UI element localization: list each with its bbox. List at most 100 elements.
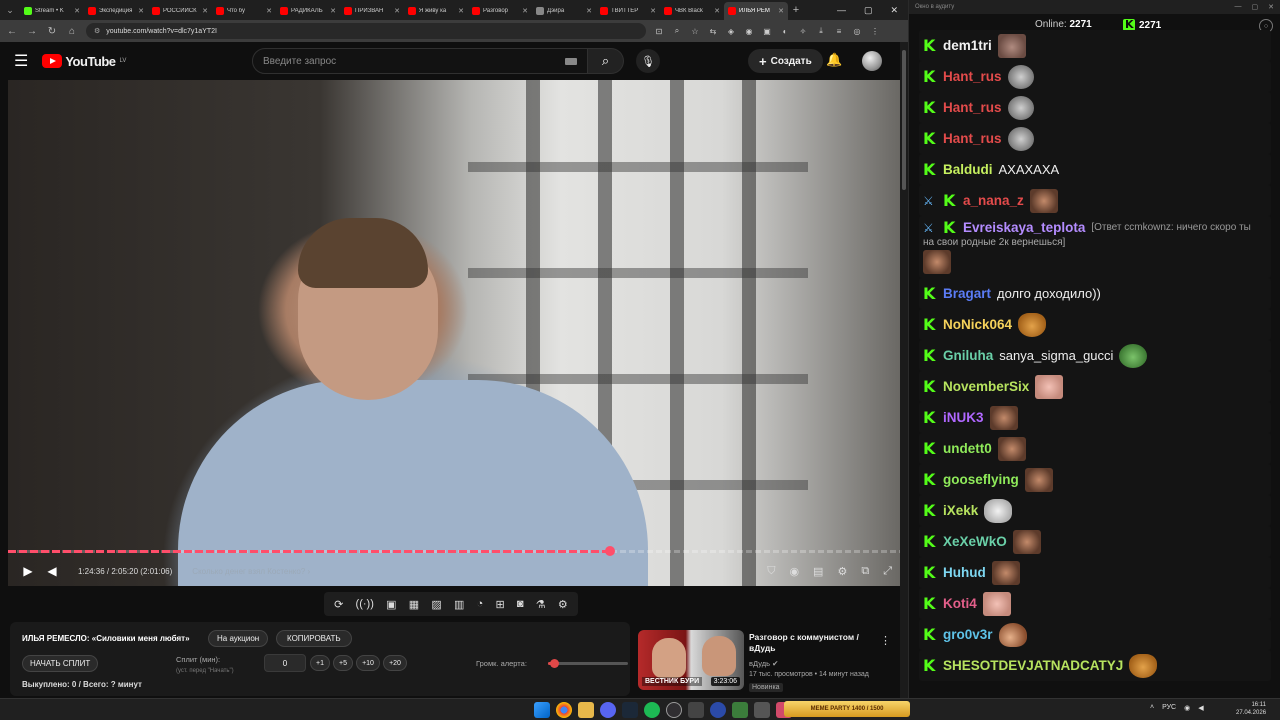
language-indicator[interactable]: РУС — [1162, 704, 1176, 712]
chrome-icon[interactable] — [556, 702, 572, 718]
chat-username[interactable]: iXekk — [943, 503, 978, 518]
browser-tab[interactable]: РАДИКАЛЬ ✕ — [276, 2, 340, 20]
search-input[interactable]: Введите запрос — [252, 48, 588, 74]
chat-username[interactable]: NoNick064 — [943, 317, 1012, 332]
sidebar-icon[interactable]: ≡ — [834, 27, 844, 36]
plus-5-button[interactable]: +5 — [333, 655, 353, 671]
screenshot-icon[interactable]: ▣ — [386, 598, 396, 611]
hamburger-menu-icon[interactable]: ☰ — [14, 51, 28, 71]
chat-username[interactable]: SHESOTDEVJATNADCATYJ — [943, 658, 1123, 673]
tab-close-icon[interactable]: ✕ — [394, 7, 400, 15]
avatar[interactable] — [862, 51, 882, 71]
browser-tab[interactable]: Я живу ка ✕ — [404, 2, 468, 20]
search-button[interactable]: ⌕ — [588, 48, 624, 74]
voice-search-button[interactable]: 🎙 — [636, 49, 660, 73]
chat-username[interactable]: Hant_rus — [943, 131, 1002, 146]
chat-username[interactable]: gooseflying — [943, 472, 1019, 487]
plus-20-button[interactable]: +20 — [383, 655, 407, 671]
browser-tab[interactable]: РОССИЙСК ✕ — [148, 2, 212, 20]
auction-button[interactable]: На аукцион — [208, 630, 269, 647]
fullscreen-icon[interactable]: ⤢ — [883, 565, 892, 578]
subtitles-icon[interactable]: ▤ — [813, 565, 823, 578]
home-icon[interactable]: ⌂ — [66, 26, 78, 37]
chat-username[interactable]: Hant_rus — [943, 100, 1002, 115]
tab-close-icon[interactable]: ✕ — [138, 7, 144, 15]
browser-tab[interactable]: Что бу ✕ — [212, 2, 276, 20]
youtube-logo[interactable]: YouTube LV — [42, 54, 126, 69]
tab-close-icon[interactable]: ✕ — [586, 7, 592, 15]
video-player[interactable]: ▶ ◀ 1:24:36 / 2:05:20 (2:01:06) Сколько … — [8, 80, 900, 586]
browser-tab[interactable]: ПРИЗВАН ✕ — [340, 2, 404, 20]
url-field[interactable]: ⚙ youtube.com/watch?v=dlc7y1aYT2I — [86, 23, 646, 39]
browser-tab[interactable]: ТВИТТЕР ✕ — [596, 2, 660, 20]
miniplayer-icon[interactable]: ⧉ — [861, 565, 869, 578]
autoplay-icon[interactable]: ◉ — [789, 565, 799, 578]
flask-icon[interactable]: ⚗ — [536, 598, 546, 611]
app-icon[interactable] — [732, 702, 748, 718]
chat-username[interactable]: Hant_rus — [943, 69, 1002, 84]
chat-username[interactable]: Baldudi — [943, 162, 993, 177]
recommended-video[interactable]: ВЕСТНИК БУРИ 3:23:06 Разговор с коммунис… — [638, 630, 900, 696]
tab-close-icon[interactable]: ✕ — [202, 7, 208, 15]
alert-volume-slider[interactable] — [548, 659, 628, 668]
gear-icon[interactable]: ⚙ — [558, 598, 568, 611]
close-icon[interactable]: ✕ — [890, 5, 898, 16]
recommended-title[interactable]: Разговор с коммунистом / вДудь — [749, 632, 873, 654]
install-icon[interactable]: ⊡ — [654, 27, 664, 36]
speed-gauge-icon[interactable]: ◔ — [477, 598, 484, 610]
close-icon[interactable]: ✕ — [1268, 3, 1274, 11]
extension-icon[interactable]: ◈ — [726, 27, 736, 36]
app-icon[interactable] — [688, 702, 704, 718]
extension-icon[interactable]: ▣ — [762, 27, 772, 36]
tab-close-icon[interactable]: ✕ — [458, 7, 464, 15]
discord-icon[interactable] — [600, 702, 616, 718]
media-icon[interactable] — [710, 702, 726, 718]
create-button[interactable]: + Создать — [748, 49, 823, 73]
plus-1-button[interactable]: +1 — [310, 655, 330, 671]
page-scrollbar[interactable] — [900, 42, 908, 698]
split-minutes-input[interactable]: 0 — [264, 654, 306, 672]
maximize-icon[interactable]: ▢ — [1252, 3, 1259, 11]
scrollbar-thumb[interactable] — [902, 50, 906, 190]
chat-username[interactable]: Bragart — [943, 286, 991, 301]
profile-icon[interactable]: ◎ — [852, 27, 862, 36]
reply-quote[interactable]: [Ответ ccmkownz: ничего скоро ты — [1091, 222, 1251, 233]
browser-tab[interactable]: Экспедиция ✕ — [84, 2, 148, 20]
folder-icon[interactable] — [578, 702, 594, 718]
play-icon[interactable]: ▶ — [16, 564, 40, 578]
site-info-icon[interactable]: ⚙ — [94, 27, 100, 35]
minimize-icon[interactable]: — — [837, 5, 846, 16]
keyboard-icon[interactable] — [565, 57, 577, 65]
network-icon[interactable]: ◉ — [1184, 704, 1190, 712]
tray-arrow-icon[interactable]: ˄ — [1150, 704, 1154, 712]
chat-username[interactable]: XeXeWkO — [943, 534, 1007, 549]
meme-party-widget[interactable]: MEME PARTY 1400 / 1500 — [784, 701, 910, 717]
steam-icon[interactable] — [622, 702, 638, 718]
obs-icon[interactable] — [666, 702, 682, 718]
spotify-icon[interactable] — [644, 702, 660, 718]
extension-icon[interactable]: ⇆ — [708, 27, 718, 36]
zoom-icon[interactable]: ⌕ — [672, 26, 682, 36]
extension-icon[interactable]: ◐ — [780, 27, 790, 36]
browser-tab[interactable]: Дэйра ✕ — [532, 2, 596, 20]
filmstrip-icon[interactable]: ▥ — [454, 598, 464, 611]
chat-username[interactable]: Huhud — [943, 565, 986, 580]
shield-icon[interactable]: ⛉ — [767, 565, 775, 578]
chat-username[interactable]: dem1tri — [943, 38, 992, 53]
chat-username[interactable]: undett0 — [943, 441, 992, 456]
reload-icon[interactable]: ↻ — [46, 26, 58, 37]
tab-close-icon[interactable]: ✕ — [714, 7, 720, 15]
clock[interactable]: 16:11 27.04.2026 — [1236, 701, 1266, 717]
alert-volume-knob[interactable] — [550, 659, 560, 668]
browser-tab[interactable]: ИЛЬЯ РЕМ ✕ — [724, 2, 788, 20]
forward-icon[interactable]: → — [26, 26, 38, 37]
notifications-bell-icon[interactable]: 🔔 — [826, 52, 842, 68]
minimize-icon[interactable]: — — [1235, 3, 1242, 11]
chat-username[interactable]: Gniluha — [943, 348, 993, 363]
loop-icon[interactable]: ⟳ — [334, 598, 343, 611]
tab-close-icon[interactable]: ✕ — [74, 7, 80, 15]
chapter-title[interactable]: Сколько денег взял Костенко? › — [192, 567, 310, 576]
bookmark-star-icon[interactable]: ☆ — [690, 27, 700, 36]
film-icon[interactable]: ▦ — [409, 598, 419, 611]
chat-username[interactable]: Evreiskaya_teplota — [963, 220, 1085, 235]
